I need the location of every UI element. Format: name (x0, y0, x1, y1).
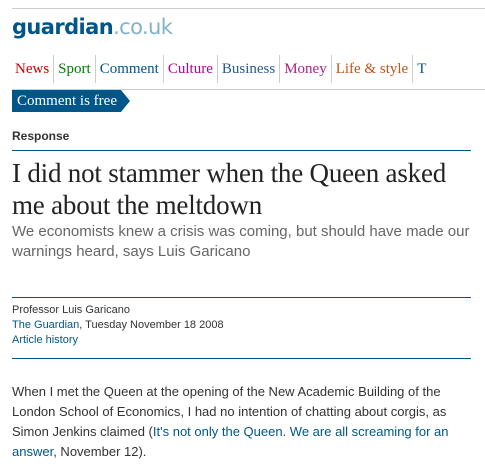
article-kicker: Response (12, 129, 70, 143)
logo-main: guardian (12, 15, 114, 39)
headline-rule (12, 150, 471, 151)
nav-item-life-and-style[interactable]: Life & style (330, 55, 412, 83)
nav-item-comment[interactable]: Comment (94, 55, 163, 83)
author-name: Professor Luis Garicano (12, 304, 130, 316)
publication-line: The Guardian, Tuesday November 18 2008 (12, 318, 224, 333)
nav-item-news[interactable]: News (11, 55, 53, 83)
nav-item-money[interactable]: Money (279, 55, 331, 83)
logo-domain: .co.uk (113, 15, 173, 39)
byline-rule-bottom (12, 358, 471, 359)
nav-item-sport[interactable]: Sport (53, 55, 95, 83)
article-headline: I did not stammer when the Queen asked m… (12, 158, 447, 220)
body-text-after: , November 12). (53, 444, 147, 459)
publication-link[interactable]: The Guardian (12, 319, 79, 331)
publish-date: , Tuesday November 18 2008 (79, 319, 224, 331)
top-divider (12, 8, 485, 9)
nav-item-business[interactable]: Business (216, 55, 279, 83)
main-navigation: News Sport Comment Culture Business Money Life… (11, 55, 485, 83)
section-divider (12, 89, 485, 90)
article-standfirst: We economists knew a crisis was coming, … (12, 223, 470, 260)
section-tag-comment-is-free[interactable]: Comment is free (12, 90, 130, 112)
guardian-logo[interactable]: guardian.co.uk (12, 13, 173, 41)
byline-rule-top (12, 297, 471, 298)
article-body-paragraph: When I met the Queen at the opening of t… (12, 382, 478, 462)
byline: Professor Luis Garicano The Guardian, Tu… (12, 303, 224, 348)
article-history-link[interactable]: Article history (12, 334, 78, 346)
nav-item-travel[interactable]: T (412, 55, 430, 83)
nav-item-culture[interactable]: Culture (162, 55, 217, 83)
